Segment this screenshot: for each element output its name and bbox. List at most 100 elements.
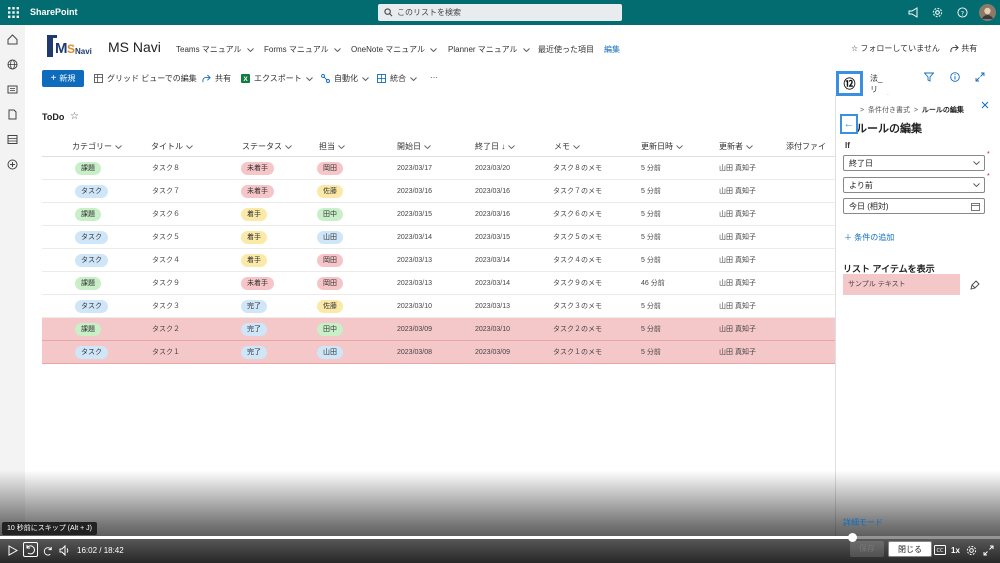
share-site-button[interactable]: 共有 [950,43,977,54]
table-row[interactable]: タスク タスク３ 完了 佐藤 2023/03/10 2023/03/13 タスク３のメモ 5 … [42,295,835,318]
condition-field-select[interactable]: 終了日 [843,155,985,171]
new-item-button[interactable]: + 新規 [42,70,84,87]
playback-speed[interactable]: 1x [951,546,960,555]
integrate-button[interactable]: 統合 [377,73,417,84]
fullscreen-icon[interactable] [983,545,994,556]
add-icon[interactable] [7,159,18,170]
filter-icon[interactable] [924,72,934,82]
column-header-editor[interactable]: 更新者 [719,141,753,152]
advanced-mode-link[interactable]: 詳細モード [843,517,883,528]
owner-pill[interactable]: 岡田 [317,253,343,267]
back-arrow-icon[interactable]: ← [840,114,858,134]
home-icon[interactable] [7,34,18,45]
nav-teams-manual[interactable]: Teams マニュアル [176,44,254,55]
table-row[interactable]: タスク タスク１ 完了 山田 2023/03/08 2023/03/09 タスク１のメモ 5 … [42,341,835,364]
favorite-star-icon[interactable]: ☆ [70,111,79,122]
column-header-title[interactable]: タイトル [151,141,193,152]
play-icon[interactable] [8,545,18,556]
nav-edit-link[interactable]: 編集 [604,44,620,55]
more-commands-button[interactable]: ··· [430,73,438,82]
list-title[interactable]: ToDo [42,112,64,122]
nav-onenote-manual[interactable]: OneNote マニュアル [351,44,437,55]
site-title[interactable]: MS Navi [108,39,161,55]
search-box[interactable]: このリストを検索 [378,4,622,21]
nav-recent[interactable]: 最近使った項目 [538,44,594,55]
owner-pill[interactable]: 佐藤 [317,299,343,313]
owner-pill[interactable]: 岡田 [317,161,343,175]
close-panel-icon[interactable] [981,101,989,109]
owner-pill[interactable]: 岡田 [317,276,343,290]
column-header-end-date[interactable]: 終了日 ↓ [475,141,516,152]
table-row[interactable]: 課題 タスク２ 完了 田中 2023/03/09 2023/03/10 タスク２のメモ 5 分… [42,318,835,341]
grid-edit-button[interactable]: グリッド ビューでの編集 [94,73,197,84]
table-row[interactable]: タスク タスク７ 未着手 佐藤 2023/03/16 2023/03/16 タスク７のメモ 5… [42,180,835,203]
file-icon[interactable] [7,109,18,120]
expand-icon[interactable] [975,72,985,82]
skip-forward-10-icon[interactable] [42,545,54,557]
category-pill[interactable]: タスク [75,230,108,244]
video-progress-bar[interactable] [0,533,1000,542]
category-pill[interactable]: 課題 [75,276,101,290]
table-row[interactable]: 課題 タスク８ 未着手 岡田 2023/03/17 2023/03/20 タスク８のメモ 5 … [42,157,835,180]
breadcrumb-parent[interactable]: 条件付き書式 [868,107,910,114]
column-header-status[interactable]: ステータス [242,141,292,152]
help-icon[interactable]: ? [957,7,968,18]
column-header-memo[interactable]: メモ [554,141,580,152]
owner-pill[interactable]: 山田 [317,345,343,359]
condition-operator-select[interactable]: より前 [843,177,985,193]
site-logo[interactable]: M S Navi [45,32,97,60]
app-launcher-icon[interactable] [8,7,19,18]
category-pill[interactable]: 課題 [75,161,101,175]
owner-pill[interactable]: 山田 [317,230,343,244]
avatar[interactable] [979,4,996,21]
video-settings-icon[interactable] [966,545,977,556]
condition-value-input[interactable]: 今日 (相対) [843,198,985,214]
owner-pill[interactable]: 田中 [317,322,343,336]
status-pill[interactable]: 着手 [241,230,267,244]
category-pill[interactable]: タスク [75,345,108,359]
nav-planner-manual[interactable]: Planner マニュアル [448,44,530,55]
column-header-start-date[interactable]: 開始日 [397,141,431,152]
gear-icon[interactable] [932,7,943,18]
follow-button[interactable]: ☆ フォローしていません [851,43,940,54]
status-pill[interactable]: 着手 [241,253,267,267]
status-pill[interactable]: 未着手 [241,184,274,198]
category-pill[interactable]: タスク [75,253,108,267]
table-row[interactable]: タスク タスク４ 着手 岡田 2023/03/13 2023/03/14 タスク４のメモ 5 … [42,249,835,272]
category-pill[interactable]: 課題 [75,207,101,221]
category-pill[interactable]: タスク [75,299,108,313]
save-button[interactable]: 保存 [850,541,884,557]
table-row[interactable]: 課題 タスク６ 着手 田中 2023/03/15 2023/03/16 タスク６のメモ 5 分… [42,203,835,226]
captions-icon[interactable]: CC [934,545,946,555]
news-icon[interactable] [7,84,18,95]
list-icon[interactable] [7,134,18,145]
app-brand[interactable]: SharePoint [30,7,78,17]
category-pill[interactable]: 課題 [75,322,101,336]
table-row[interactable]: 課題 タスク９ 未着手 岡田 2023/03/13 2023/03/14 タスク９のメモ 46… [42,272,835,295]
volume-icon[interactable] [59,545,71,556]
add-condition-link[interactable]: ＋ 条件の追加 [844,232,894,243]
sample-text-preview[interactable]: サンプル テキスト [843,274,960,295]
share-button[interactable]: 共有 [202,73,231,84]
column-header-modified[interactable]: 更新日時 [641,141,683,152]
table-row[interactable]: タスク タスク５ 着手 山田 2023/03/14 2023/03/15 タスク５のメモ 5 … [42,226,835,249]
status-pill[interactable]: 着手 [241,207,267,221]
column-header-attachments[interactable]: 添付ファイ [786,141,826,152]
calendar-icon[interactable] [971,202,980,211]
column-header-category[interactable]: カテゴリー [72,141,122,152]
automate-button[interactable]: 自動化 [321,73,369,84]
status-pill[interactable]: 完了 [241,322,267,336]
status-pill[interactable]: 完了 [241,299,267,313]
megaphone-icon[interactable] [908,7,920,18]
column-header-owner[interactable]: 担当 [319,141,345,152]
status-pill[interactable]: 未着手 [241,161,274,175]
close-button[interactable]: 閉じる [888,541,932,557]
status-pill[interactable]: 完了 [241,345,267,359]
owner-pill[interactable]: 田中 [317,207,343,221]
category-pill[interactable]: タスク [75,184,108,198]
nav-forms-manual[interactable]: Forms マニュアル [264,44,341,55]
info-icon[interactable] [950,72,960,82]
format-brush-icon[interactable] [970,280,980,290]
globe-icon[interactable] [7,59,18,70]
owner-pill[interactable]: 佐藤 [317,184,343,198]
